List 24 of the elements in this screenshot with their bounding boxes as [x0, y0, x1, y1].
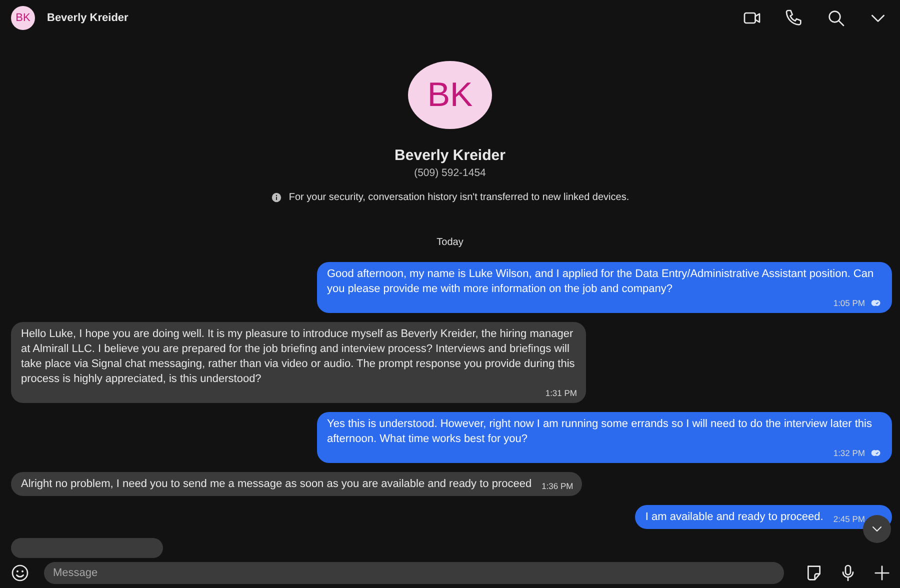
search-icon[interactable]	[826, 8, 846, 28]
message-time: 1:36 PM	[542, 480, 574, 492]
message-time: 1:05 PM	[833, 297, 865, 309]
contact-avatar[interactable]: BK	[11, 6, 35, 30]
contact-name: Beverly Kreider	[394, 147, 506, 164]
info-icon	[270, 192, 282, 203]
message-time: 1:32 PM	[833, 447, 865, 459]
plus-icon[interactable]	[872, 563, 892, 583]
message-text: Good afternoon, my name is Luke Wilson, and I applied for the Data Entry/Administrative Assistant position. Can you please provide me with more information on the job and company?	[327, 267, 875, 297]
message-text: Yes this is understood. However, right now I am running some errands so I will need to do the interview later this afternoon. What time works best for you?	[327, 417, 873, 447]
phone-number: (509) 592-1454	[414, 167, 486, 179]
message-text: I am available and ready to proceed.	[645, 510, 824, 525]
contact-avatar: BK	[408, 61, 492, 129]
security-notice: For your security, conversation history isn't transferred to new linked devices.	[288, 192, 630, 203]
date-divider: Today	[436, 237, 464, 248]
scroll-down-button[interactable]	[863, 515, 891, 543]
message-field[interactable]: Message	[44, 562, 784, 584]
message-time: 1:31 PM	[545, 387, 577, 399]
message-text: Alright no problem, I need you to send me a message as soon as you are available and ready to proceed	[21, 477, 532, 492]
emoji-icon[interactable]	[10, 563, 30, 583]
contact-name: Beverly Kreider	[47, 12, 128, 24]
message-text: Hello Luke, I hope you are doing well. It is my pleasure to introduce myself as Beverly Kreider, the hiring manager at Almirall LLC. I believe you are prepared for the job briefing and interview process? Interviews and briefings will take place via Signal chat messaging, rather than via video or audio. The prompt response you provide during this process is highly appreciated, is this understood?	[21, 327, 576, 387]
phone-icon[interactable]	[784, 8, 804, 28]
message-time: 2:45 PM	[833, 513, 865, 525]
